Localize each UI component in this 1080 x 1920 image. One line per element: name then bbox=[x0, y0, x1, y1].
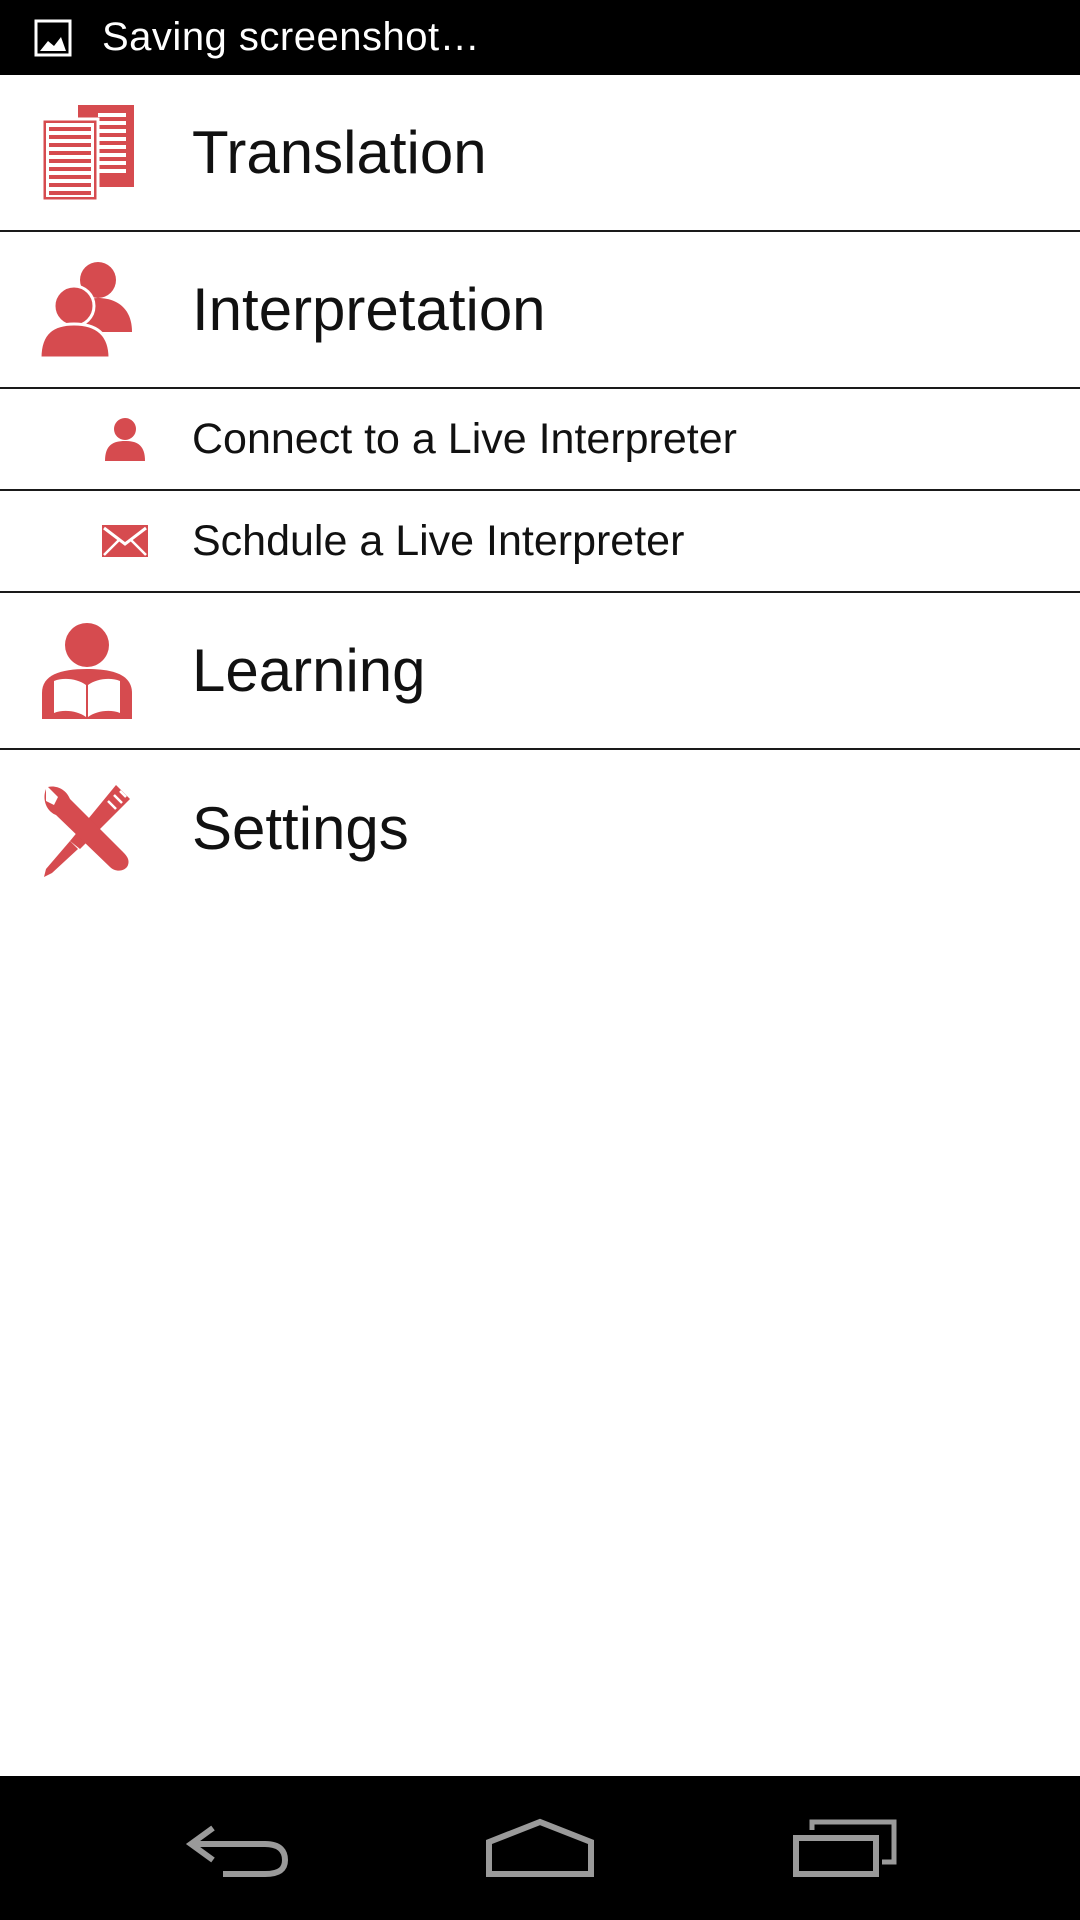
document-icon bbox=[40, 104, 134, 201]
menu-item-interpretation[interactable]: Interpretation bbox=[0, 232, 1080, 389]
status-bar: Saving screenshot… bbox=[0, 0, 1080, 75]
person-icon bbox=[100, 414, 150, 464]
menu-item-label: Interpretation bbox=[192, 276, 546, 343]
recents-icon[interactable] bbox=[780, 1800, 910, 1896]
menu-item-learning[interactable]: Learning bbox=[0, 593, 1080, 750]
menu-item-label: Connect to a Live Interpreter bbox=[192, 414, 737, 463]
main-menu: Translation Interpretation Connect to a … bbox=[0, 75, 1080, 907]
tools-icon bbox=[40, 781, 134, 877]
menu-item-schedule-live-interpreter[interactable]: Schdule a Live Interpreter bbox=[0, 491, 1080, 593]
menu-item-label: Schdule a Live Interpreter bbox=[192, 516, 685, 565]
menu-item-translation[interactable]: Translation bbox=[0, 75, 1080, 232]
home-icon[interactable] bbox=[475, 1800, 605, 1896]
menu-item-label: Settings bbox=[192, 795, 409, 862]
menu-item-label: Learning bbox=[192, 637, 426, 704]
back-icon[interactable] bbox=[175, 1800, 305, 1896]
navigation-bar bbox=[0, 1776, 1080, 1920]
menu-item-settings[interactable]: Settings bbox=[0, 750, 1080, 907]
menu-item-connect-live-interpreter[interactable]: Connect to a Live Interpreter bbox=[0, 389, 1080, 491]
status-text: Saving screenshot… bbox=[102, 15, 481, 59]
people-icon bbox=[40, 261, 134, 358]
envelope-icon bbox=[100, 516, 150, 566]
menu-item-label: Translation bbox=[192, 119, 487, 186]
reader-icon bbox=[40, 622, 134, 719]
image-icon bbox=[34, 19, 72, 57]
